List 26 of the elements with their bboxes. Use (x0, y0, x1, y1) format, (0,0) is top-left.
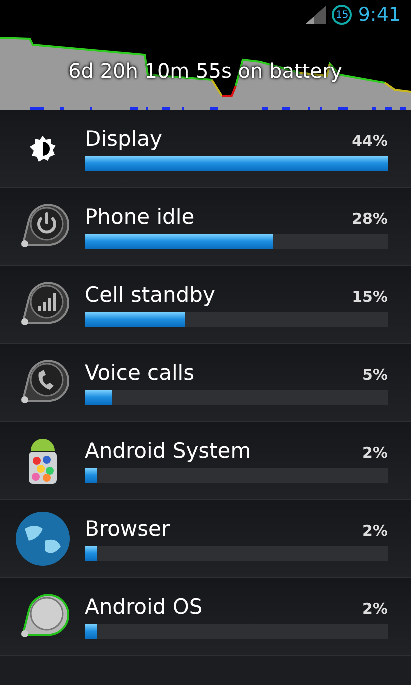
usage-row[interactable]: Android System 2% (0, 422, 411, 500)
usage-percent: 28% (352, 210, 388, 228)
usage-percent: 5% (362, 366, 388, 384)
alarm-badge: 15 (332, 5, 352, 25)
app-name: Browser (85, 516, 170, 540)
app-name: Phone idle (85, 204, 195, 228)
app-name: Cell standby (85, 282, 216, 306)
usage-row[interactable]: Cell standby 15% (0, 266, 411, 344)
brightness-icon (30, 136, 56, 162)
usage-row[interactable]: Voice calls 5% (0, 344, 411, 422)
usage-row[interactable]: Browser 2% (0, 500, 411, 578)
clock-time: 9:41 (358, 4, 401, 26)
usage-percent: 2% (362, 600, 388, 618)
app-name: Display (85, 126, 162, 150)
usage-percent: 2% (362, 522, 388, 540)
signal-icon (306, 6, 326, 24)
app-name: Android System (85, 438, 252, 462)
usage-row[interactable]: Phone idle 28% (0, 188, 411, 266)
usage-row[interactable]: Display 44% (0, 110, 411, 188)
usage-percent: 15% (352, 288, 388, 306)
globe-icon (14, 510, 70, 566)
app-name: Android OS (85, 594, 203, 618)
usage-percent: 2% (362, 444, 388, 462)
usage-row[interactable]: Android OS 2% (0, 578, 411, 656)
usage-percent: 44% (352, 132, 388, 150)
app-name: Voice calls (85, 360, 195, 384)
